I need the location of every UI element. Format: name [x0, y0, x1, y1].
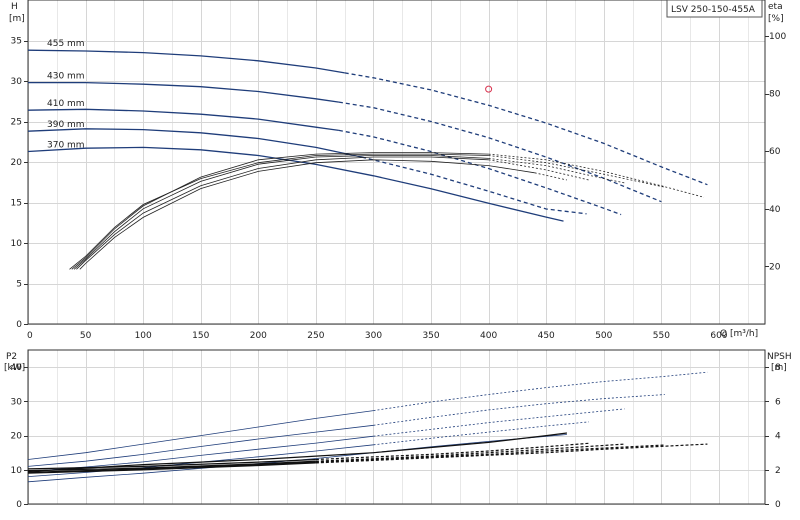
npsh-tick-label: 0	[775, 500, 781, 510]
power-curve-dashed	[373, 371, 708, 411]
npsh-tick-label: 4	[775, 432, 781, 442]
eta-axis-label-unit: [%]	[768, 14, 784, 24]
impeller-diameter-label: 370 mm	[47, 140, 85, 150]
head-curve-dashed	[338, 129, 622, 216]
x-tick-label: 450	[538, 331, 555, 341]
x-tick-label: 500	[595, 331, 612, 341]
x-tick-label: 150	[192, 331, 209, 341]
power-tick-label: 10	[11, 466, 23, 476]
head-curve-dashed	[361, 156, 587, 215]
npsh-curve-dashed	[315, 443, 625, 462]
x-tick-label: 550	[653, 331, 670, 341]
y-tick-label-right: 100	[769, 32, 786, 42]
power-curve-dashed	[373, 421, 589, 446]
y-tick-label-left: 15	[11, 199, 22, 209]
y-tick-label-left: 30	[11, 77, 23, 87]
npsh-tick-label: 2	[775, 466, 781, 476]
efficiency-curve-solid	[69, 153, 489, 270]
y-tick-label-left: 10	[11, 239, 23, 249]
power-npsh-plot-frame	[27, 349, 766, 505]
y-tick-label-left: 20	[11, 158, 23, 168]
power-tick-label: 20	[11, 432, 23, 442]
npsh-tick-label: 6	[775, 397, 781, 407]
head-curve-dashed	[344, 72, 708, 186]
y-tick-label-left: 25	[11, 118, 22, 128]
y-tick-label-right: 80	[769, 90, 781, 100]
head-curve-dashed	[338, 101, 662, 203]
head-axis-label-unit: [m]	[9, 14, 25, 24]
head-efficiency-axes: 0 50 100 150 200 250 300 350 400 450 500 550 6000510…	[11, 32, 787, 341]
head-axis-label-symbol: H	[11, 2, 18, 12]
power-npsh-curves	[27, 371, 708, 483]
model-badge: LSV 250-150-455A	[666, 0, 763, 18]
y-tick-label-right: 60	[769, 147, 781, 157]
pump-curve-chart: 0 50 100 150 200 250 300 350 400 450 500 550 6000510…	[4, 0, 792, 510]
efficiency-curve-dashed	[488, 155, 665, 188]
impeller-diameter-label: 455 mm	[47, 39, 85, 49]
y-tick-label-right: 20	[769, 262, 781, 272]
x-tick-label: 350	[422, 331, 439, 341]
y-tick-label-left: 35	[11, 37, 22, 47]
y-tick-label-right: 40	[769, 205, 781, 215]
head-efficiency-curves: 455 mm 430 mm 410 mm 390 mm 370 mm	[27, 39, 708, 270]
x-tick-label: 250	[307, 331, 324, 341]
power-curve-dashed	[373, 408, 625, 437]
head-curve-solid	[27, 49, 345, 74]
power-tick-label: 30	[11, 397, 23, 407]
x-tick-label: 0	[27, 331, 33, 341]
x-tick-label: 100	[135, 331, 152, 341]
power-curve-dashed	[373, 394, 665, 426]
power-axis-label-symbol: P2	[6, 352, 17, 362]
impeller-diameter-label: 410 mm	[47, 99, 85, 109]
y-tick-label-left: 5	[16, 280, 22, 290]
y-tick-label-left: 0	[16, 320, 22, 330]
impeller-diameter-label: 390 mm	[47, 120, 85, 130]
impeller-diameter-label: 430 mm	[47, 72, 85, 82]
x-tick-label: 200	[250, 331, 267, 341]
eta-axis-label-symbol: eta	[768, 2, 783, 12]
head-efficiency-gridlines	[28, 0, 765, 325]
efficiency-curve-solid	[79, 159, 535, 270]
duty-point-marker	[485, 85, 493, 93]
npsh-axis-label-unit: [m]	[771, 363, 787, 373]
x-tick-label: 50	[80, 331, 92, 341]
npsh-axis-label-symbol: NPSH	[767, 352, 792, 362]
power-curve-solid	[27, 424, 374, 467]
power-tick-label: 0	[16, 500, 22, 510]
efficiency-curve-solid	[71, 152, 489, 270]
power-npsh-gridlines	[28, 350, 765, 505]
model-badge-text: LSV 250-150-455A	[671, 5, 756, 15]
x-tick-label: 400	[480, 331, 497, 341]
power-axis-label-unit: [kW]	[4, 363, 25, 373]
x-tick-label: 300	[365, 331, 382, 341]
power-curve-solid	[27, 410, 374, 460]
efficiency-curve-dashed	[534, 172, 567, 181]
flow-axis-label: Q [m³/h]	[720, 329, 758, 339]
